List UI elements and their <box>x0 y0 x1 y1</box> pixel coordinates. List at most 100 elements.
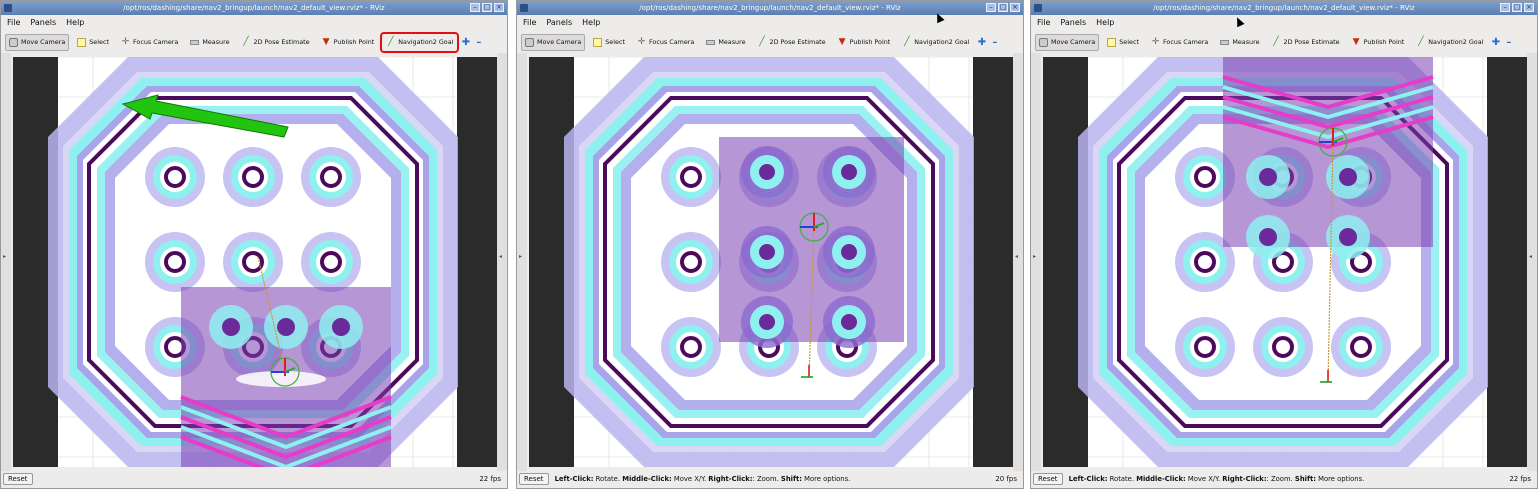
obstacle-pillar <box>1253 317 1313 377</box>
tool-measure[interactable]: Measure <box>186 34 233 51</box>
tool-label: Select <box>1119 38 1139 46</box>
obstacle-pillar <box>661 232 721 292</box>
remove-tool-icon[interactable]: – <box>474 37 483 47</box>
tool-label: 2D Pose Estimate <box>253 38 310 46</box>
tool-bar: Move Camera Select ✛ Focus Camera Measure ╱ 2D… <box>517 31 1023 53</box>
left-dock-collapse[interactable]: ▸ <box>1 53 11 471</box>
menu-item-panels[interactable]: Panels <box>1060 15 1086 31</box>
tool-select[interactable]: Select <box>73 34 113 51</box>
tool-focus-camera[interactable]: ✛ Focus Camera <box>117 34 182 51</box>
hint-key: Shift: <box>780 474 802 483</box>
minimize-icon[interactable]: – <box>1500 3 1510 12</box>
tool-move-camera[interactable]: Move Camera <box>521 33 586 51</box>
reset-button[interactable]: Reset <box>3 472 33 485</box>
window-title: /opt/ros/dashing/share/nav2_bringup/laun… <box>123 4 385 12</box>
add-tool-icon[interactable]: ✚ <box>1491 37 1500 47</box>
fps-counter: 22 fps <box>479 474 501 483</box>
hint-key: Right-Click: <box>1222 474 1267 483</box>
menu-item-help[interactable]: Help <box>1096 15 1114 31</box>
close-icon[interactable]: × <box>1010 3 1020 12</box>
tool-select[interactable]: Select <box>589 34 629 51</box>
map-render-area[interactable] <box>529 57 1013 467</box>
focus-icon: ✛ <box>1151 36 1160 47</box>
remove-tool-icon[interactable]: – <box>1504 37 1513 47</box>
tool-2d-pose-estimate[interactable]: ╱ 2D Pose Estimate <box>1268 34 1344 51</box>
tool-label: Measure <box>1232 38 1260 46</box>
add-tool-icon[interactable]: ✚ <box>977 37 986 47</box>
window-titlebar[interactable]: /opt/ros/dashing/share/nav2_bringup/laun… <box>517 1 1023 15</box>
close-icon[interactable]: × <box>494 3 504 12</box>
ruler-icon <box>1220 39 1230 45</box>
tool-label: Publish Point <box>333 38 375 46</box>
render-viewport: ▸ ◂ <box>517 53 1023 471</box>
menu-bar: File Panels Help <box>1 15 507 31</box>
expand-left-icon: ▸ <box>3 253 7 260</box>
maximize-icon[interactable]: □ <box>1512 3 1522 12</box>
rviz-window: /opt/ros/dashing/share/nav2_bringup/laun… <box>516 0 1024 489</box>
left-dock-collapse[interactable]: ▸ <box>1031 53 1041 471</box>
menu-item-panels[interactable]: Panels <box>30 15 56 31</box>
obstacle-pillar <box>661 317 721 377</box>
close-icon[interactable]: × <box>1524 3 1534 12</box>
right-dock-collapse[interactable]: ◂ <box>1013 53 1023 471</box>
window-titlebar[interactable]: /opt/ros/dashing/share/nav2_bringup/laun… <box>1 1 507 15</box>
select-icon <box>77 37 87 47</box>
right-dock-collapse[interactable]: ◂ <box>1527 53 1537 471</box>
minimize-icon[interactable]: – <box>470 3 480 12</box>
reset-button[interactable]: Reset <box>519 472 549 485</box>
map-canvas[interactable] <box>13 57 497 467</box>
focus-icon: ✛ <box>637 36 646 47</box>
map-render-area[interactable] <box>1043 57 1527 467</box>
tool-navigation2-goal[interactable]: ╱ Navigation2 Goal <box>380 31 460 53</box>
tool-label: 2D Pose Estimate <box>1283 38 1340 46</box>
hint-text: : Zoom. <box>752 474 781 483</box>
tool-publish-point[interactable]: ▼ Publish Point <box>1348 34 1409 51</box>
hint-text: Move X/Y. <box>1185 474 1223 483</box>
tool-navigation2-goal[interactable]: ╱ Navigation2 Goal <box>1412 34 1487 51</box>
select-icon <box>1107 37 1117 47</box>
tool-measure[interactable]: Measure <box>1216 34 1263 51</box>
map-canvas[interactable] <box>1043 57 1527 467</box>
tool-measure[interactable]: Measure <box>702 34 749 51</box>
menu-item-file[interactable]: File <box>7 15 20 31</box>
tool-navigation2-goal[interactable]: ╱ Navigation2 Goal <box>898 34 973 51</box>
add-tool-icon[interactable]: ✚ <box>461 37 470 47</box>
menu-item-file[interactable]: File <box>1037 15 1050 31</box>
tool-publish-point[interactable]: ▼ Publish Point <box>834 34 895 51</box>
left-dock-collapse[interactable]: ▸ <box>517 53 527 471</box>
tool-publish-point[interactable]: ▼ Publish Point <box>318 34 379 51</box>
tool-2d-pose-estimate[interactable]: ╱ 2D Pose Estimate <box>238 34 314 51</box>
rviz-window: /opt/ros/dashing/share/nav2_bringup/laun… <box>1030 0 1538 489</box>
tool-2d-pose-estimate[interactable]: ╱ 2D Pose Estimate <box>754 34 830 51</box>
menu-item-help[interactable]: Help <box>582 15 600 31</box>
status-bar: Reset Left-Click: Rotate. Middle-Click: M… <box>517 469 1023 488</box>
window-controls: – □ × <box>986 3 1020 12</box>
expand-right-icon: ◂ <box>499 253 503 260</box>
expand-right-icon: ◂ <box>1015 253 1019 260</box>
tool-bar: Move Camera Select ✛ Focus Camera Measure ╱ 2D… <box>1 31 507 53</box>
maximize-icon[interactable]: □ <box>482 3 492 12</box>
minimize-icon[interactable]: – <box>986 3 996 12</box>
render-viewport: ▸ ◂ <box>1031 53 1537 471</box>
obstacle-pillar <box>1175 317 1235 377</box>
map-edge-right <box>973 57 1013 467</box>
map-render-area[interactable] <box>13 57 497 467</box>
hint-text: More options. <box>1315 474 1365 483</box>
menu-item-panels[interactable]: Panels <box>546 15 572 31</box>
right-dock-collapse[interactable]: ◂ <box>497 53 507 471</box>
map-canvas[interactable] <box>529 57 1013 467</box>
menu-item-help[interactable]: Help <box>66 15 84 31</box>
menu-item-file[interactable]: File <box>523 15 536 31</box>
tool-label: Navigation2 Goal <box>914 38 970 46</box>
remove-tool-icon[interactable]: – <box>990 37 999 47</box>
tool-move-camera[interactable]: Move Camera <box>5 33 70 51</box>
maximize-icon[interactable]: □ <box>998 3 1008 12</box>
hint-text: Move X/Y. <box>671 474 709 483</box>
tool-select[interactable]: Select <box>1103 34 1143 51</box>
tool-focus-camera[interactable]: ✛ Focus Camera <box>633 34 698 51</box>
tool-focus-camera[interactable]: ✛ Focus Camera <box>1147 34 1212 51</box>
status-hint: Left-Click: Rotate. Middle-Click: Move X… <box>1069 475 1510 483</box>
tool-move-camera[interactable]: Move Camera <box>1035 33 1100 51</box>
window-titlebar[interactable]: /opt/ros/dashing/share/nav2_bringup/laun… <box>1031 1 1537 15</box>
reset-button[interactable]: Reset <box>1033 472 1063 485</box>
